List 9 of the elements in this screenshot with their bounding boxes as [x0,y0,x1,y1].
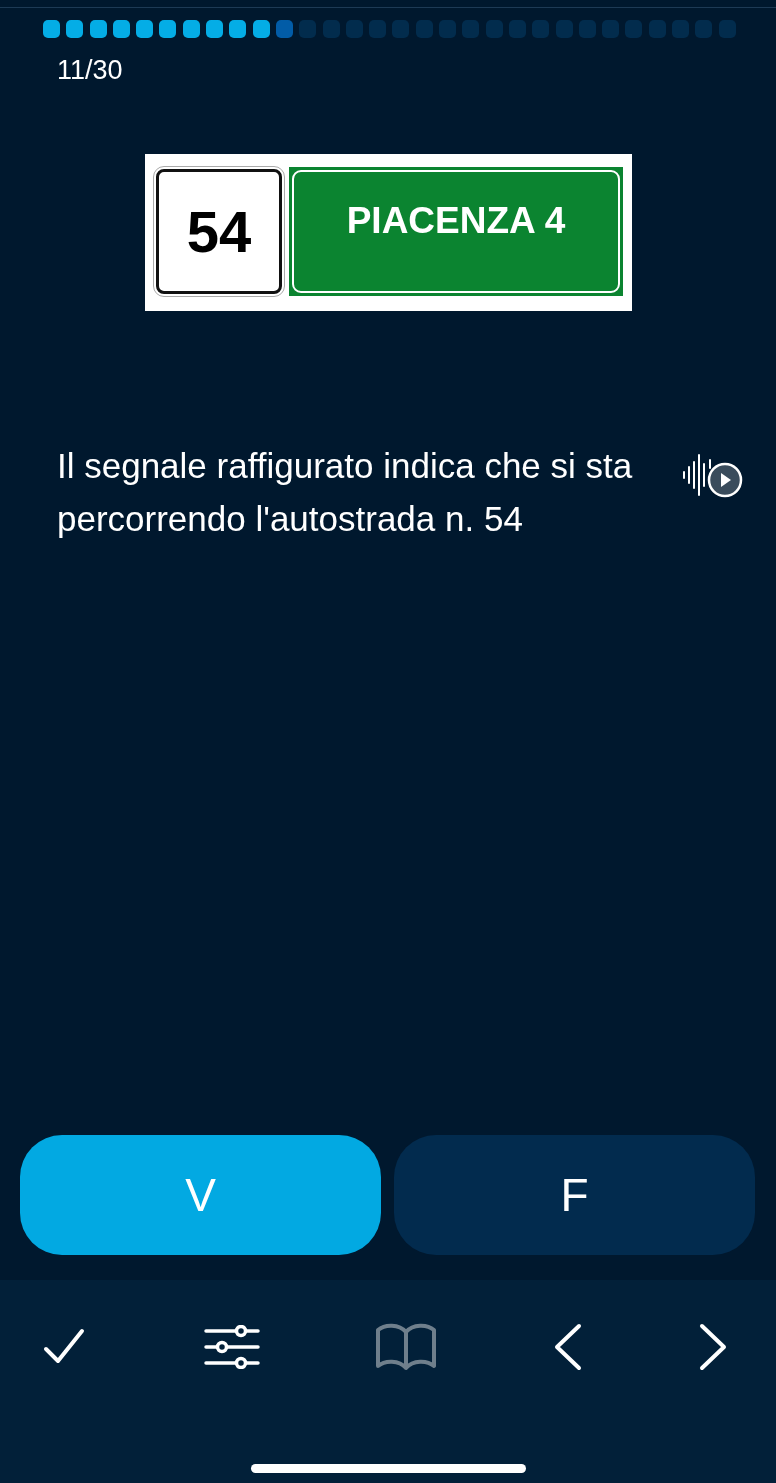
forward-icon[interactable] [698,1323,728,1371]
question-text: Il segnale raffigurato indica che si sta percorrendo l'autostrada n. 54 [57,445,634,540]
answer-button[interactable]: F [394,1135,755,1255]
back-icon[interactable] [552,1323,583,1371]
settings-icon[interactable] [203,1325,260,1369]
sign-destination: PIACENZA 4 [292,170,620,293]
road-number: 54 [156,169,282,294]
audio-play-icon[interactable] [681,452,745,500]
question-counter: 11/30 [57,55,124,86]
